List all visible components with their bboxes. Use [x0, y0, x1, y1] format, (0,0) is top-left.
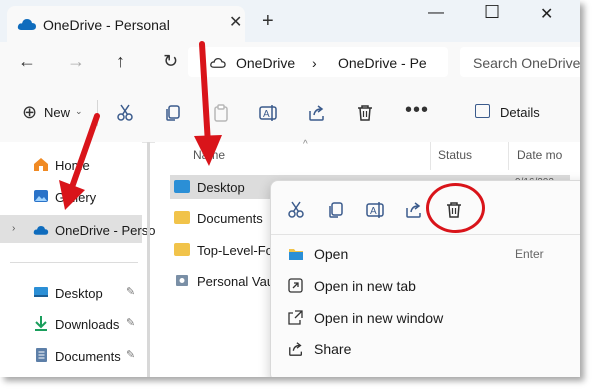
explorer-window: OneDrive - Personal ✕ + — ☐ ✕ ← → ↑ ↻ On… [0, 0, 580, 377]
context-menu-open[interactable]: Open Enter [271, 238, 580, 270]
add-icon: ⊕ [22, 102, 38, 122]
breadcrumb-separator: › [312, 55, 317, 71]
new-tab-button[interactable]: + [262, 11, 274, 31]
open-icon [289, 249, 303, 260]
file-name: Documents [197, 211, 263, 226]
downloads-icon [35, 316, 47, 331]
minimize-button[interactable]: — [428, 4, 444, 22]
address-bar-row: ← → ↑ ↻ OneDrive › OneDrive - Pe Search … [0, 42, 580, 84]
new-window-icon [288, 310, 303, 325]
context-menu-label: Open in new window [314, 310, 444, 326]
sidebar-item-label: Downloads [55, 317, 120, 332]
more-options-button[interactable]: ••• [405, 99, 429, 122]
column-header-date-modified[interactable]: Date mo [517, 148, 562, 162]
tab-title: OneDrive - Personal [43, 17, 170, 33]
breadcrumb-onedrive[interactable]: OneDrive [236, 55, 295, 71]
sidebar-divider [10, 262, 138, 263]
context-menu-label: Open in new tab [314, 278, 416, 294]
share-icon[interactable] [405, 201, 423, 219]
cut-icon[interactable] [116, 104, 134, 122]
context-menu: A Open Enter Open in new tab Open in new… [270, 180, 580, 377]
search-placeholder: Search OneDrive [473, 55, 580, 71]
share-icon [289, 342, 302, 356]
context-menu-share[interactable]: Share [271, 333, 580, 365]
refresh-button[interactable]: ↻ [163, 51, 178, 72]
forward-button[interactable]: → [67, 51, 85, 72]
file-name: Desktop [197, 180, 245, 195]
navigation-pane-splitter[interactable] [147, 142, 150, 377]
back-button[interactable]: ← [18, 51, 36, 72]
sidebar-item-documents[interactable]: Documents ✎ [0, 343, 142, 369]
context-menu-open-new-tab[interactable]: Open in new tab [271, 270, 580, 302]
pin-icon: ✎ [126, 317, 136, 329]
cut-icon[interactable] [287, 201, 305, 219]
context-menu-label: Open [314, 246, 349, 262]
breadcrumb-onedrive-personal[interactable]: OneDrive - Pe [338, 55, 427, 71]
sidebar-item-onedrive-personal[interactable]: › OneDrive - Personal [0, 215, 173, 243]
pin-icon: ✎ [126, 349, 136, 361]
chevron-right-icon: › [12, 223, 16, 234]
folder-icon [174, 211, 190, 224]
rename-icon[interactable]: A [259, 104, 279, 122]
svg-text:A: A [263, 109, 270, 120]
sort-indicator-icon: ^ [303, 139, 308, 150]
column-header-status[interactable]: Status [438, 148, 472, 162]
close-window-button[interactable]: ✕ [540, 4, 553, 24]
annotation-circle [426, 183, 485, 233]
new-tab-icon [288, 278, 303, 293]
sidebar-item-label: Documents [55, 349, 121, 364]
up-button[interactable]: ↑ [116, 51, 125, 72]
desktop-icon [34, 287, 48, 297]
annotation-arrow-left [59, 113, 100, 210]
context-menu-divider [271, 234, 580, 235]
onedrive-icon [17, 19, 36, 30]
context-menu-open-new-window[interactable]: Open in new window [271, 302, 580, 334]
folder-icon [174, 243, 190, 256]
column-divider[interactable] [508, 142, 509, 170]
sidebar-item-downloads[interactable]: Downloads ✎ [0, 311, 142, 337]
details-label: Details [500, 105, 540, 120]
documents-icon [36, 348, 47, 362]
annotation-arrow-right [194, 41, 222, 166]
details-pane-icon [475, 104, 490, 118]
file-name: Personal Vault [197, 274, 281, 289]
copy-icon[interactable] [164, 104, 182, 122]
pin-icon: ✎ [126, 286, 136, 298]
home-icon [34, 158, 48, 171]
copy-icon[interactable] [327, 201, 345, 219]
onedrive-icon [33, 226, 49, 235]
close-tab-icon[interactable]: ✕ [229, 12, 242, 32]
sidebar-item-label: Desktop [55, 286, 103, 301]
vault-icon [176, 275, 188, 286]
context-menu-label: Share [314, 341, 352, 357]
rename-icon[interactable]: A [366, 201, 386, 219]
maximize-button[interactable]: ☐ [484, 2, 500, 23]
gallery-icon [34, 190, 48, 202]
delete-icon[interactable] [357, 104, 373, 122]
share-icon[interactable] [308, 104, 326, 122]
search-box[interactable]: Search OneDrive [460, 47, 580, 77]
column-divider[interactable] [430, 142, 431, 170]
sidebar-item-desktop[interactable]: Desktop ✎ [0, 280, 142, 306]
tab-onedrive[interactable]: OneDrive - Personal ✕ [7, 6, 245, 42]
desktop-folder-icon [174, 180, 190, 193]
title-bar: OneDrive - Personal ✕ + — ☐ ✕ [0, 0, 580, 42]
context-menu-shortcut: Enter [515, 247, 544, 261]
svg-text:A: A [370, 206, 377, 217]
